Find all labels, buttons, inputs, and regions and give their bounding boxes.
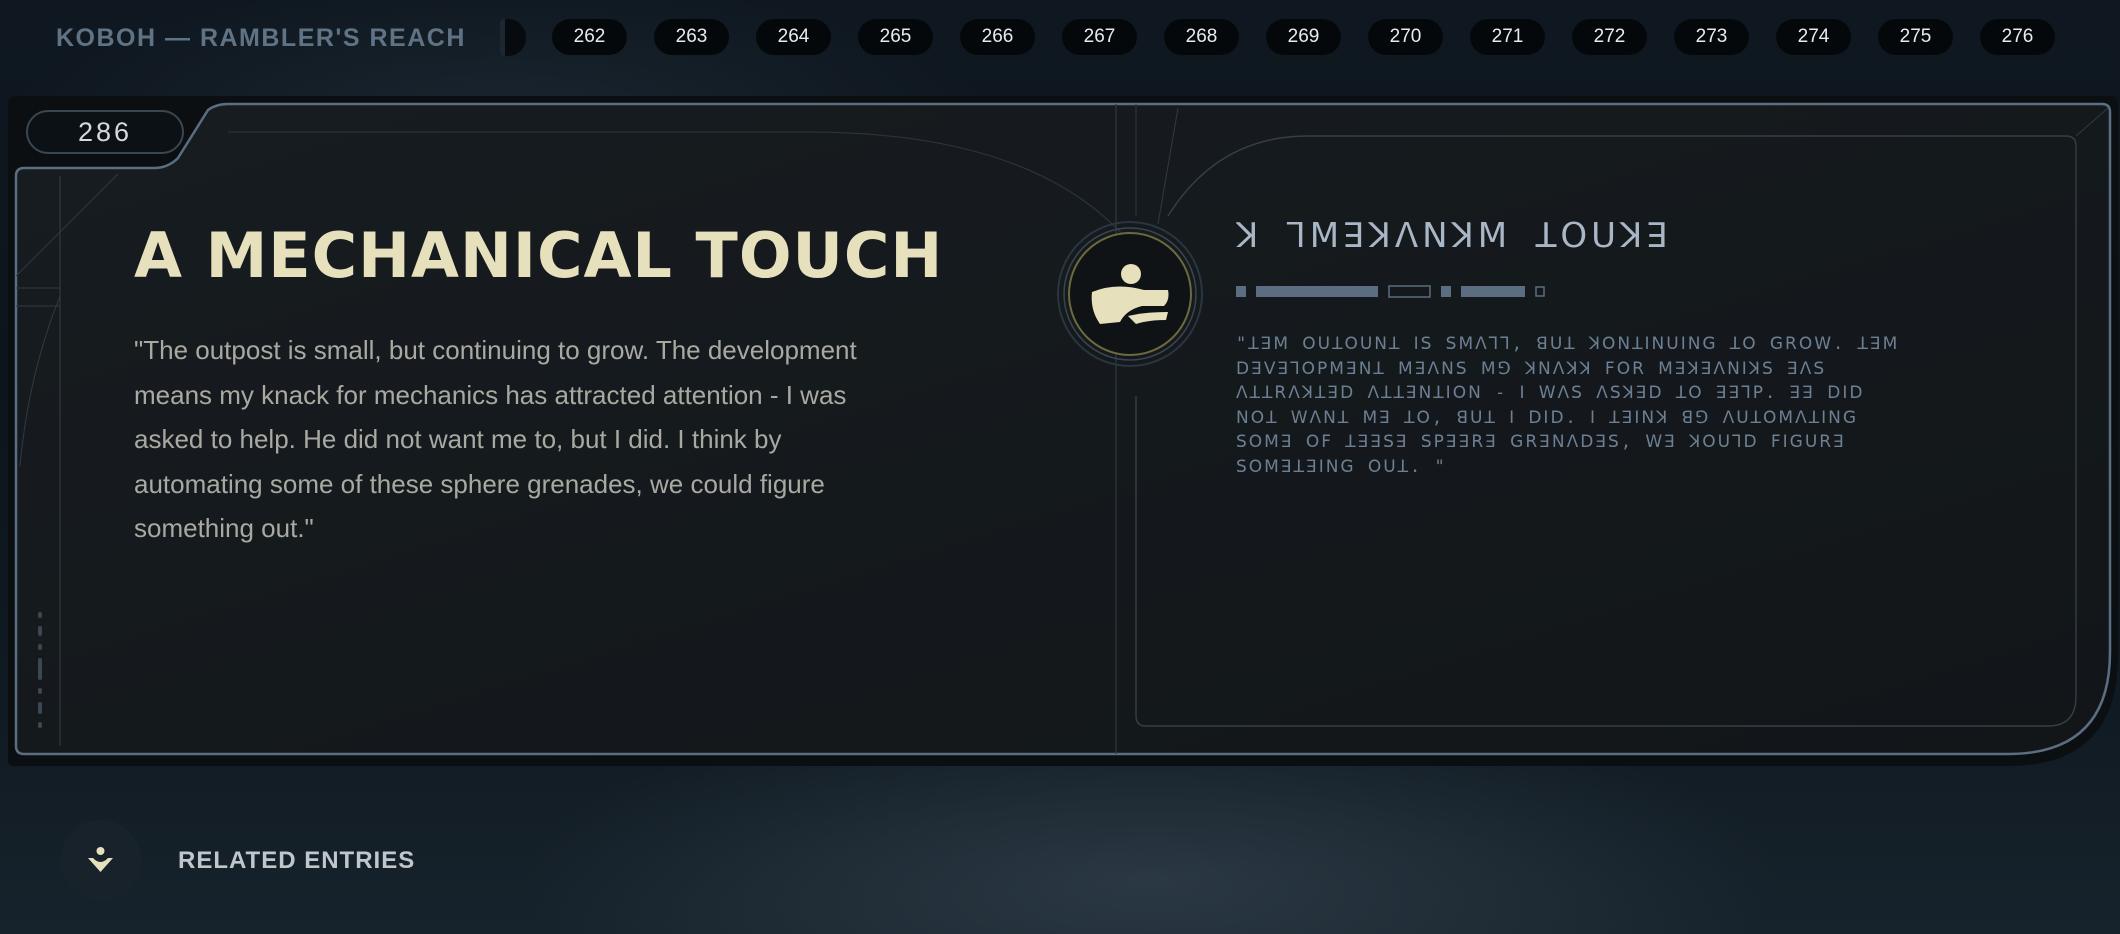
page-number-button[interactable]: 264 [756, 19, 831, 55]
page-number-button[interactable]: 263 [654, 19, 729, 55]
aurebesh-translation: "ꓕꓱꓟ ꓳꓴꓕꓳꓴꓠꓕ ꓲꓢ ꓢꓟꓥꓶꓶ, ꓭꓴꓕ ꓘꓳꓠꓕꓲꓠꓴꓲꓠꓖ ꓕꓳ… [1236, 332, 2026, 482]
location-breadcrumb: KOBOH — RAMBLER'S REACH [56, 24, 466, 52]
aurebesh-line: ꓥꓕꓕꓣꓥꓘꓕꓱꓓ ꓥꓕꓕꓱꓠꓕꓲꓳꓠ - ꓲ ꓪꓥꓢ ꓥꓢꓘꓱꓓ ꓕꓳ ꓱꓱꓶ… [1236, 383, 1865, 403]
aurebesh-title: ꓘ ꓶꓟꓱꓘꓥꓠꓘꓟ ꓕꓳꓴꓘꓱ [1236, 216, 1672, 256]
title-divider-ornament [1236, 285, 1545, 298]
aurebesh-line: ꓓꓱꓦꓱꓶꓳꓑꓟꓱꓠꓕ ꓟꓱꓥꓠꓢ ꓟꓨ ꓘꓠꓥꓘꓘ ꓝꓳꓣ ꓟꓱꓘꓱꓥꓠꓲꓘꓢ… [1236, 358, 1827, 379]
page-number-button[interactable]: 268 [1164, 19, 1239, 55]
page-number-button[interactable]: 275 [1878, 19, 1953, 55]
page-number-button[interactable]: 271 [1470, 19, 1545, 55]
page-number-button[interactable]: 270 [1368, 19, 1443, 55]
page-number-button[interactable]: 272 [1572, 19, 1647, 55]
page-number-button[interactable]: 274 [1776, 19, 1851, 55]
databank-entry-panel: 286 A MECHANICAL TOUCH "The outpost is s… [8, 96, 2118, 766]
page-number-button[interactable]: 273 [1674, 19, 1749, 55]
aurebesh-line: ꓠꓳꓕ ꓪꓥꓠꓕ ꓟꓱ ꓕꓳ, ꓭꓴꓕ ꓲ ꓓꓲꓓ. ꓲ ꓕꓱꓲꓠꓘ ꓭꓨ ꓥꓴ… [1236, 407, 1858, 428]
related-entries-label[interactable]: RELATED ENTRIES [178, 843, 415, 879]
related-entries-button[interactable] [60, 820, 141, 901]
page-number-button[interactable]: 262 [552, 19, 627, 55]
aurebesh-line: ꓢꓳꓟꓱ ꓳꓝ ꓕꓱꓱꓢꓱ ꓢꓑꓱꓱꓣꓱ ꓖꓣꓱꓠꓥꓓꓱꓢ, ꓪꓱ ꓘꓳꓴꓶꓓ … [1236, 432, 1846, 452]
page-number-button[interactable]: 266 [960, 19, 1035, 55]
aurebesh-line: "ꓕꓱꓟ ꓳꓴꓕꓳꓴꓠꓕ ꓲꓢ ꓢꓟꓥꓶꓶ, ꓭꓴꓕ ꓘꓳꓠꓕꓲꓠꓴꓲꓠꓖ ꓕꓳ… [1236, 334, 1900, 354]
page-number-button[interactable]: 265 [858, 19, 933, 55]
page-number-button[interactable]: 276 [1980, 19, 2055, 55]
entry-title: A MECHANICAL TOUCH [134, 219, 944, 292]
top-bar: KOBOH — RAMBLER'S REACH 262 263 264 265 266 2… [0, 0, 2120, 74]
page-number-button[interactable]: 269 [1266, 19, 1341, 55]
aurebesh-line: ꓢꓳꓟꓱꓕꓱꓲꓠꓖ ꓳꓴꓕ. " [1236, 456, 1447, 477]
entry-quote-text: "The outpost is small, but continuing to… [134, 335, 857, 543]
page-strip-edge [500, 19, 526, 56]
page-number-button[interactable]: 267 [1062, 19, 1137, 55]
person-marker-icon [88, 847, 113, 872]
landspeeder-icon [1056, 220, 1204, 368]
entry-number-badge: 286 [26, 110, 184, 154]
